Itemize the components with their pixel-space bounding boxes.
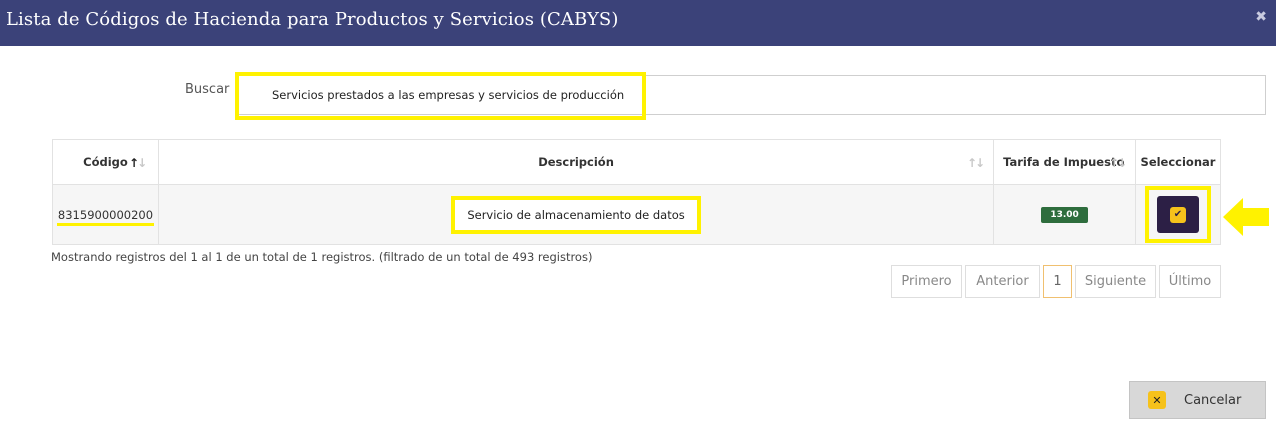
pagination-prev[interactable]: Anterior bbox=[965, 265, 1040, 298]
cancel-button[interactable]: ✕ Cancelar bbox=[1129, 381, 1266, 419]
sort-arrows-icon[interactable]: ↑↓ bbox=[1109, 156, 1127, 170]
column-header-label: Código bbox=[83, 155, 128, 169]
sort-arrows-icon[interactable]: ↑↓ bbox=[129, 156, 147, 170]
column-header-descripcion[interactable]: Descripción ↑↓ bbox=[157, 139, 995, 185]
sort-arrows-icon[interactable]: ↑↓ bbox=[967, 156, 985, 170]
column-header-codigo[interactable]: Código ↑↓ bbox=[52, 139, 159, 185]
code-value: 8315900000200 bbox=[56, 207, 155, 226]
description-value: Servicio de almacenamiento de datos bbox=[451, 195, 701, 234]
rate-badge: 13.00 bbox=[1041, 207, 1088, 223]
arrow-left-icon bbox=[1223, 198, 1269, 236]
cancel-label: Cancelar bbox=[1184, 392, 1242, 408]
select-highlight: ✔ bbox=[1145, 186, 1211, 243]
pagination-page-current[interactable]: 1 bbox=[1043, 265, 1072, 298]
modal-header: Lista de Códigos de Hacienda para Produc… bbox=[0, 0, 1276, 46]
pagination-next[interactable]: Siguiente bbox=[1075, 265, 1156, 298]
cell-code: 8315900000200 bbox=[52, 184, 159, 245]
column-header-label: Seleccionar bbox=[1140, 155, 1216, 169]
pagination-last[interactable]: Último bbox=[1159, 265, 1221, 298]
cell-rate: 13.00 bbox=[993, 184, 1136, 245]
column-header-label: Tarifa de Impuesto bbox=[1003, 155, 1125, 169]
table-header-row: Código ↑↓ Descripción ↑↓ Tarifa de Impue… bbox=[52, 139, 1221, 185]
table-row: 8315900000200 Servicio de almacenamiento… bbox=[52, 184, 1221, 245]
cell-select: ✔ bbox=[1135, 184, 1221, 245]
column-header-label: Descripción bbox=[538, 155, 614, 169]
search-label: Buscar bbox=[185, 82, 230, 97]
pagination-first[interactable]: Primero bbox=[891, 265, 962, 298]
search-input[interactable] bbox=[238, 75, 1266, 115]
column-header-tarifa[interactable]: Tarifa de Impuesto ↑↓ bbox=[993, 139, 1136, 185]
column-header-seleccionar: Seleccionar bbox=[1135, 139, 1221, 185]
x-icon: ✕ bbox=[1148, 391, 1166, 409]
checkmark-icon: ✔ bbox=[1170, 206, 1186, 223]
modal-title: Lista de Códigos de Hacienda para Produc… bbox=[6, 9, 619, 30]
close-icon[interactable]: ✖ bbox=[1255, 9, 1267, 25]
cabys-table: Código ↑↓ Descripción ↑↓ Tarifa de Impue… bbox=[52, 139, 1221, 245]
cell-description: Servicio de almacenamiento de datos bbox=[157, 184, 995, 245]
records-info: Mostrando registros del 1 al 1 de un tot… bbox=[51, 250, 593, 264]
select-button[interactable]: ✔ bbox=[1157, 196, 1199, 233]
